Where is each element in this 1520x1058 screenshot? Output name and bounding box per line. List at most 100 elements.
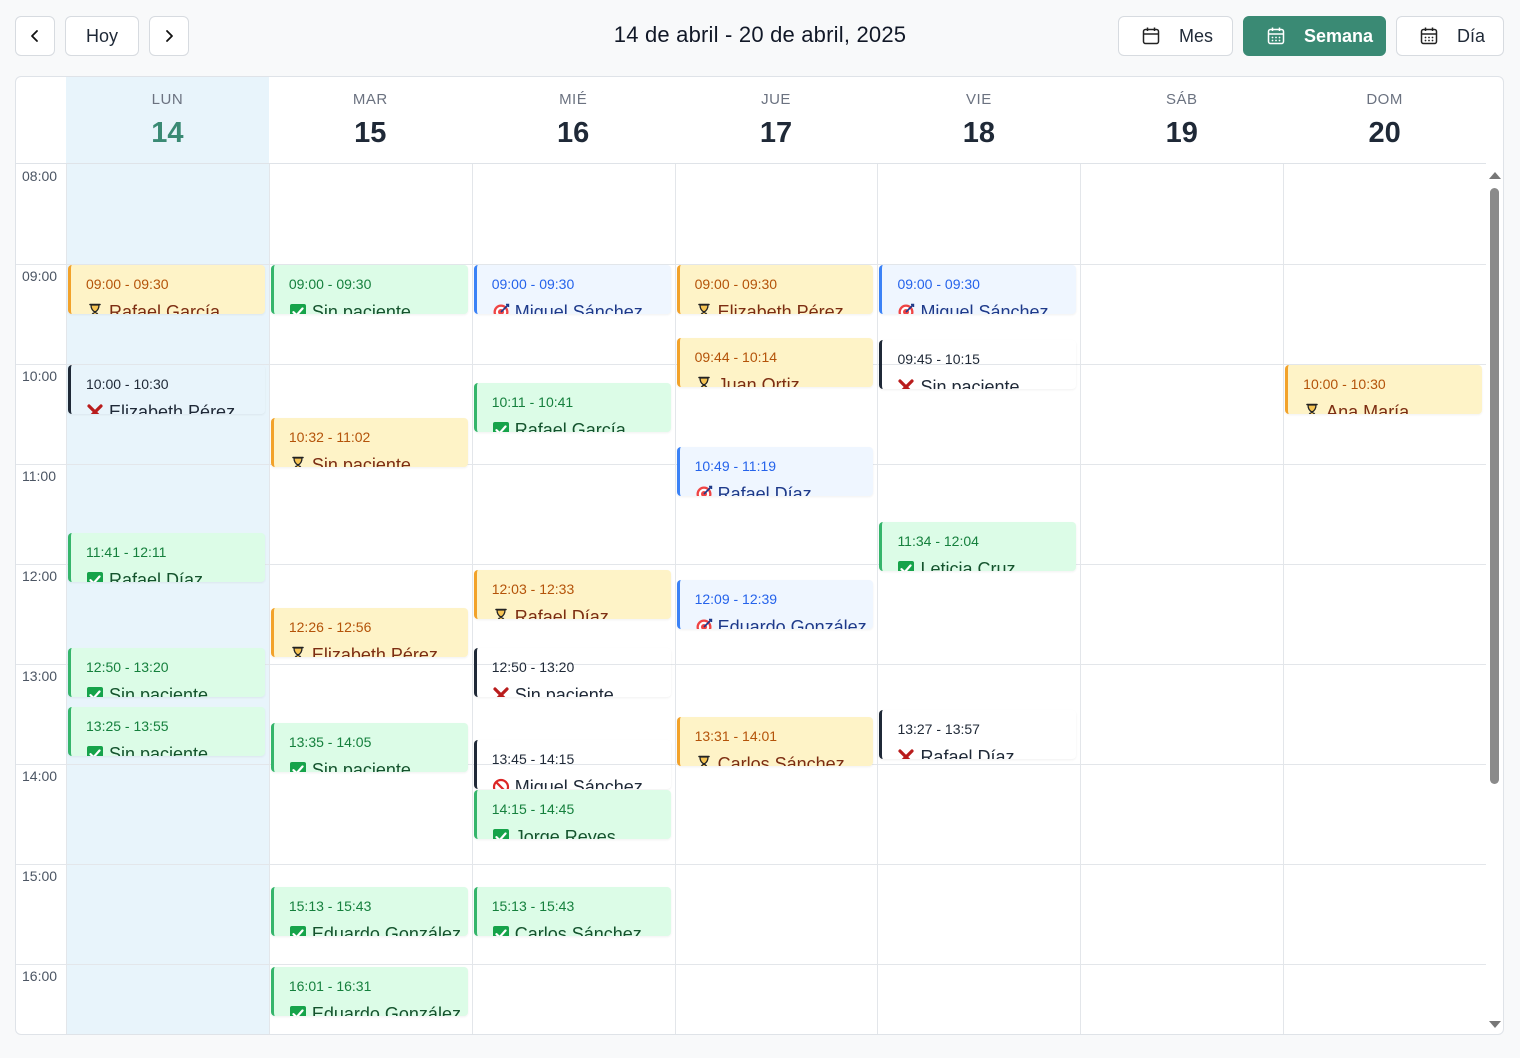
event-title-row: Miguel Sánchez [492, 775, 671, 789]
next-week-button[interactable] [149, 16, 189, 56]
event-patient-name: Elizabeth Pérez [109, 402, 236, 414]
event-time: 09:00 - 09:30 [288, 276, 372, 292]
event-patient-name: Juan Ortiz [717, 375, 800, 388]
appointment-event[interactable]: 13:35 - 14:05Sin pacienteCita para extra… [270, 723, 468, 773]
hour-label: 10:00 [22, 368, 58, 384]
event-patient-name: Rafael Díaz [514, 607, 609, 619]
event-time: 09:00 - 09:30 [491, 276, 575, 292]
time-grid[interactable]: 08:00 09:00 10:00 11:00 12:00 13:00 14:00 15:00… [16, 164, 1486, 1034]
appointment-event[interactable]: 09:45 - 10:15Sin pacienteCita para revis… [879, 340, 1076, 389]
appointment-event[interactable]: 12:50 - 13:20Sin pacienteCita para trata… [473, 648, 671, 698]
hour-label: 12:00 [22, 568, 58, 584]
hour-label: 16:00 [22, 968, 58, 984]
appointment-event[interactable]: 12:26 - 12:56Elizabeth PérezCita para co… [270, 608, 468, 658]
target-icon [696, 618, 712, 629]
event-patient-name: Elizabeth Pérez [311, 645, 438, 658]
hour-gridline [16, 864, 1486, 865]
calendar-day-icon [1420, 27, 1438, 45]
day-header-19[interactable]: SÁB 19 [1080, 77, 1283, 163]
event-title-row: Jorge Reyes [492, 825, 671, 839]
event-time: 10:49 - 11:19 [694, 457, 777, 474]
appointment-event[interactable]: 13:27 - 13:57Rafael DíazCita para tratam… [879, 710, 1076, 759]
day-number: 18 [962, 117, 995, 149]
day-header-16[interactable]: MIÉ 16 [472, 77, 675, 163]
appointment-event[interactable]: 09:00 - 09:30Rafael GarcíaCita para limp… [68, 265, 265, 314]
check-box-icon [289, 304, 306, 314]
event-time: 15:13 - 15:43 [491, 897, 575, 914]
target-icon [696, 485, 712, 496]
view-day-button[interactable]: Día [1396, 16, 1504, 56]
cross-mark-icon [898, 379, 915, 389]
hour-label: 09:00 [22, 268, 58, 284]
event-time: 12:09 - 12:39 [694, 591, 778, 607]
day-column-19[interactable] [1080, 164, 1283, 1034]
hourglass-icon [292, 457, 304, 468]
event-patient-name: Ana María Rodríguez Vega [1326, 402, 1410, 414]
appointment-event[interactable]: 09:44 - 10:14Juan OrtizCita para revisió… [676, 338, 874, 388]
view-week-label: Semana [1304, 25, 1374, 46]
appointment-event[interactable]: 11:34 - 12:04Leticia CruzCita para evalu… [879, 521, 1077, 571]
appointment-event[interactable]: 12:09 - 12:39 Eduardo González [676, 580, 874, 629]
day-column-20[interactable] [1283, 164, 1486, 1034]
view-month-button[interactable]: Mes [1118, 16, 1233, 56]
scrollbar-thumb[interactable] [1490, 188, 1499, 784]
scroll-up-arrow-icon[interactable] [1489, 172, 1501, 179]
appointment-event[interactable]: 13:25 - 13:55Sin pacienteCita para evalu… [68, 706, 265, 756]
event-patient-name: Sin paciente [311, 455, 411, 468]
appointment-event[interactable]: 16:01 - 16:31 Eduardo González [270, 966, 468, 1016]
today-button[interactable]: Hoy [65, 16, 139, 56]
appointment-event[interactable]: 11:41 - 12:11Rafael DíazCita para evalua… [68, 533, 265, 583]
view-week-button[interactable]: Semana [1243, 16, 1386, 56]
appointment-event[interactable]: 10:11 - 10:41Rafael GarcíaCita para eval… [473, 383, 671, 433]
appointment-event[interactable]: 10:32 - 11:02Sin pacienteCita para empas… [270, 418, 468, 468]
event-patient-name: Sin paciente [920, 377, 1020, 389]
day-header-15[interactable]: MAR 15 [269, 77, 472, 163]
hour-label: 13:00 [22, 668, 58, 684]
time-gutter-header [16, 77, 66, 163]
appointment-event[interactable]: 13:45 - 14:15 Miguel Sánchez [473, 740, 671, 789]
appointment-event[interactable]: 12:50 - 13:20 Sin paciente [68, 648, 265, 698]
event-title-row: Rafael García [86, 300, 265, 314]
appointment-event[interactable]: 15:13 - 15:43 Eduardo González [270, 886, 468, 936]
calendar-icon [1142, 27, 1160, 45]
vertical-scrollbar[interactable] [1486, 164, 1503, 1034]
appointment-event[interactable]: 12:03 - 12:33Rafael DíazCita para extrac… [473, 570, 671, 619]
appointment-event[interactable]: 10:00 - 10:30Elizabeth PérezCita para co… [68, 365, 265, 414]
day-number: 16 [557, 117, 590, 149]
cross-mark-icon [493, 687, 509, 698]
event-time: 15:13 - 15:43 [288, 897, 372, 914]
appointment-event[interactable]: 09:00 - 09:30 Elizabeth Pérez [676, 265, 874, 314]
appointment-event[interactable]: 09:00 - 09:30Sin pacienteCita para evalu… [270, 265, 468, 314]
event-time: 13:45 - 14:15 [491, 751, 575, 767]
day-header-20[interactable]: DOM 20 [1283, 77, 1486, 163]
day-name: VIE [966, 91, 992, 108]
appointment-event[interactable]: 14:15 - 14:45Jorge ReyesCita para evalua… [473, 790, 671, 839]
calendar-week-icon [1267, 27, 1285, 45]
check-box-icon [87, 687, 103, 698]
day-number: 15 [354, 117, 387, 149]
event-patient-name: Sin paciente [109, 743, 209, 756]
hour-label: 08:00 [22, 168, 58, 184]
appointment-event[interactable]: 10:49 - 11:19Rafael DíazCita para radiog… [676, 446, 874, 496]
hourglass-icon [697, 755, 710, 766]
scroll-down-arrow-icon[interactable] [1489, 1021, 1501, 1028]
hourglass-icon [1306, 403, 1318, 414]
event-patient-name: Rafael Díaz [920, 747, 1015, 759]
cross-mark-icon [898, 749, 915, 759]
day-header-18[interactable]: VIE 18 [877, 77, 1080, 163]
appointment-event[interactable]: 10:00 - 10:30 Ana María Rodríguez Vega [1285, 365, 1483, 414]
previous-week-button[interactable] [15, 16, 55, 56]
day-name: DOM [1366, 91, 1403, 108]
event-patient-name: Eduardo González [717, 617, 867, 629]
appointment-event[interactable]: 13:31 - 14:01Carlos SánchezCita para con… [676, 716, 874, 766]
appointment-event[interactable]: 09:00 - 09:30Miguel SánchezCita para con… [473, 265, 671, 314]
day-header-14[interactable]: LUN 14 [66, 77, 269, 163]
chevron-left-icon [31, 30, 38, 42]
event-patient-name: Leticia Cruz [920, 558, 1016, 571]
day-name: MIÉ [559, 91, 588, 108]
appointment-event[interactable]: 15:13 - 15:43Carlos SánchezCita para [473, 886, 671, 936]
appointment-event[interactable]: 09:00 - 09:30Miguel SánchezCita para tra… [879, 265, 1077, 314]
event-patient-name: Eduardo González [311, 1003, 461, 1016]
day-number: 14 [151, 117, 184, 149]
day-header-17[interactable]: JUE 17 [675, 77, 878, 163]
